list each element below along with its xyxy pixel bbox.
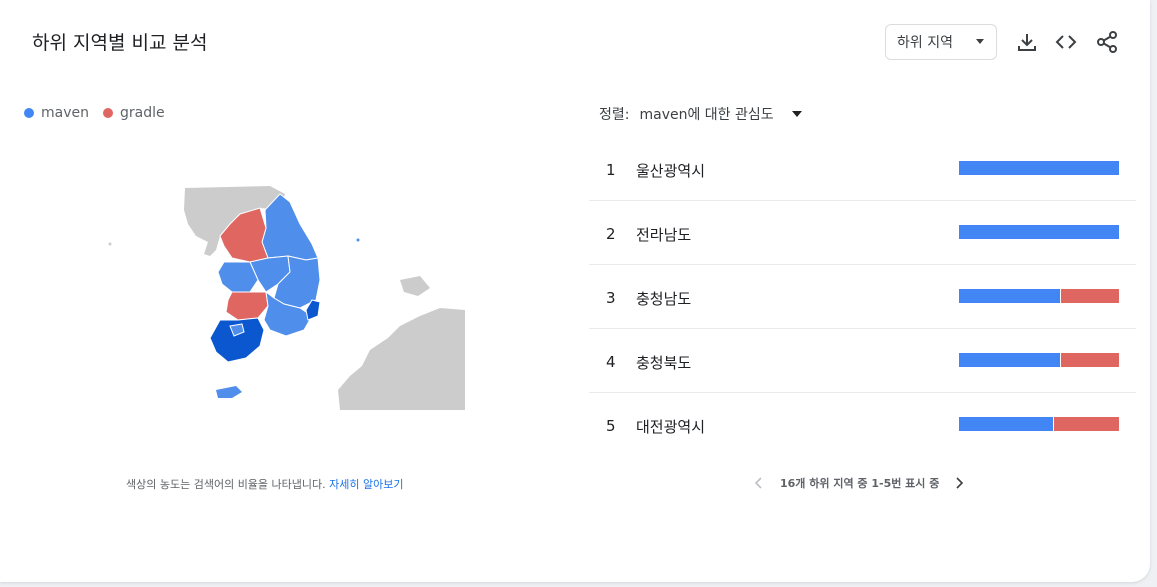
list-item[interactable]: 4 충청북도	[589, 329, 1136, 393]
share-bar-gradle	[1061, 353, 1119, 367]
row-region-name: 대전광역시	[636, 418, 706, 436]
learn-more-link[interactable]: 자세히 알아보기	[329, 478, 403, 491]
row-region-name: 충청북도	[636, 354, 692, 372]
caret-down-icon	[976, 39, 984, 44]
sort-label: 정렬:	[599, 107, 630, 123]
share-bar	[959, 161, 1119, 175]
map-region-chungnam[interactable]	[217, 261, 259, 293]
row-rank: 5	[606, 417, 616, 435]
row-region-name: 울산광역시	[636, 162, 706, 180]
download-icon[interactable]	[1015, 30, 1039, 54]
sort-control[interactable]: 정렬: maven에 대한 관심도	[599, 104, 802, 124]
legend-item-gradle: gradle	[103, 105, 165, 121]
card-title: 하위 지역별 비교 분석	[32, 32, 208, 54]
region-map[interactable]	[100, 180, 470, 420]
row-rank: 1	[606, 161, 616, 179]
share-bar-maven	[959, 417, 1053, 431]
map-region-jeju[interactable]	[216, 386, 242, 398]
legend-label: gradle	[120, 105, 165, 121]
share-icon[interactable]	[1095, 30, 1119, 54]
legend-dot-icon	[24, 108, 34, 118]
map-region-japan	[338, 308, 465, 410]
map-region-gangwon[interactable]	[261, 193, 319, 261]
ranking-list: 1 울산광역시 2 전라남도 3 충청남도 4 충청북도 5 대전광역시	[589, 137, 1136, 456]
share-bar	[959, 417, 1119, 431]
list-item[interactable]: 1 울산광역시	[589, 137, 1136, 201]
share-bar-gradle	[1054, 417, 1119, 431]
map-note-text: 색상의 농도는 검색어의 비율을 나타냅니다.	[126, 478, 326, 491]
share-bar	[959, 353, 1119, 367]
chevron-right-icon[interactable]	[952, 476, 966, 490]
share-bar-maven	[959, 161, 1119, 175]
share-bar	[959, 289, 1119, 303]
legend: maven gradle	[24, 105, 179, 121]
row-rank: 4	[606, 353, 616, 371]
share-bar-maven	[959, 353, 1060, 367]
row-rank: 3	[606, 289, 616, 307]
list-item[interactable]: 5 대전광역시	[589, 393, 1136, 456]
share-bar-maven	[959, 225, 1119, 239]
share-bar	[959, 225, 1119, 239]
row-region-name: 충청남도	[636, 290, 692, 308]
code-icon[interactable]	[1054, 30, 1078, 54]
caret-down-icon	[791, 111, 802, 117]
legend-dot-icon	[103, 108, 113, 118]
map-islet	[108, 242, 112, 246]
comparison-card: 하위 지역별 비교 분석 하위 지역 maven gradle 색상의 농도는 …	[0, 0, 1150, 582]
list-item[interactable]: 2 전라남도	[589, 201, 1136, 265]
map-region-dokdo	[356, 238, 360, 242]
share-bar-maven	[959, 289, 1060, 303]
map-note: 색상의 농도는 검색어의 비율을 나타냅니다. 자세히 알아보기	[126, 476, 404, 492]
pagination: 16개 하위 지역 중 1-5번 표시 중	[752, 475, 966, 491]
map-region-japan-island	[400, 276, 430, 296]
legend-label: maven	[41, 105, 89, 121]
row-rank: 2	[606, 225, 616, 243]
region-level-value: 하위 지역	[897, 35, 953, 51]
region-level-dropdown[interactable]: 하위 지역	[885, 24, 997, 60]
row-region-name: 전라남도	[636, 226, 692, 244]
list-item[interactable]: 3 충청남도	[589, 265, 1136, 329]
sort-value: maven에 대한 관심도	[639, 107, 774, 123]
chevron-left-icon[interactable]	[752, 476, 766, 490]
map-region-jeonbuk[interactable]	[225, 291, 269, 321]
legend-item-maven: maven	[24, 105, 89, 121]
share-bar-gradle	[1061, 289, 1119, 303]
pagination-text: 16개 하위 지역 중 1-5번 표시 중	[780, 477, 940, 490]
